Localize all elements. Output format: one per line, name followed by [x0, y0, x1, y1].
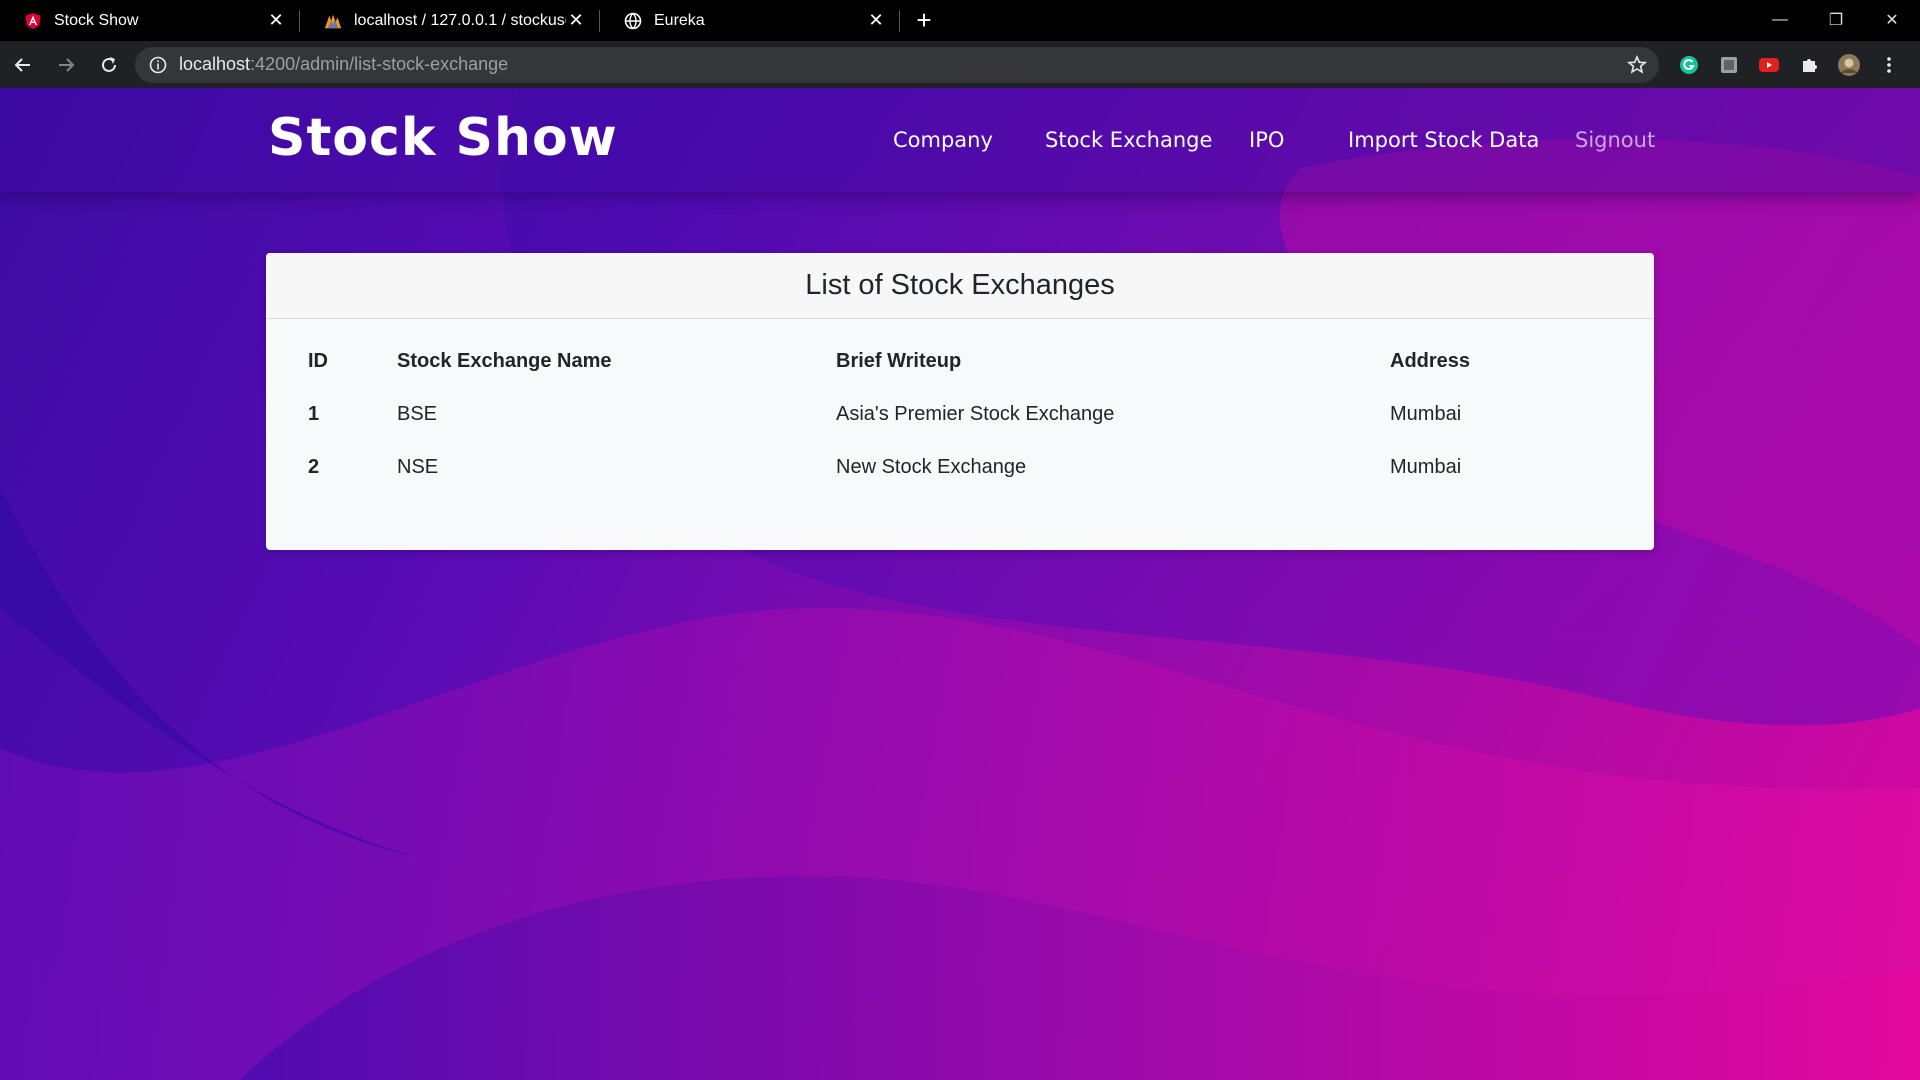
url-host: localhost	[179, 54, 251, 74]
cell-name: NSE	[397, 456, 439, 478]
nav-signout[interactable]: Signout	[1575, 128, 1655, 152]
close-icon[interactable]: ✕	[566, 10, 586, 31]
back-button[interactable]	[3, 45, 43, 85]
nav-stock-exchange[interactable]: Stock Exchange	[1045, 128, 1212, 152]
info-icon[interactable]	[149, 56, 167, 74]
browser-tab-eureka[interactable]: Eureka ✕	[600, 0, 900, 41]
cell-id: 2	[308, 456, 320, 478]
globe-icon	[624, 12, 642, 30]
restore-icon[interactable]: ❐	[1808, 0, 1864, 40]
browser-tab-phpmyadmin[interactable]: localhost / 127.0.0.1 / stockuser / ✕	[300, 0, 600, 41]
reload-button[interactable]	[89, 45, 129, 85]
extension-square-icon[interactable]	[1709, 45, 1749, 85]
window-controls: — ❐ ✕	[1752, 0, 1920, 40]
profile-avatar[interactable]	[1829, 45, 1869, 85]
forward-button[interactable]	[46, 45, 86, 85]
tab-title: Stock Show	[54, 11, 139, 29]
chrome-menu-icon[interactable]	[1869, 45, 1909, 85]
stock-exchange-card: List of Stock Exchanges ID Stock Exchang…	[266, 253, 1654, 550]
angular-icon	[24, 12, 42, 30]
cell-name: BSE	[397, 403, 438, 425]
back-arrow-icon	[14, 57, 30, 72]
stock-exchange-table: ID Stock Exchange Name Brief Writeup Add…	[308, 335, 1610, 494]
browser-tab-stock-show[interactable]: Stock Show ✕	[0, 0, 300, 41]
card-title: List of Stock Exchanges	[266, 253, 1654, 319]
nav-company[interactable]: Company	[893, 128, 993, 152]
extensions-puzzle-icon[interactable]	[1789, 45, 1829, 85]
column-header-id: ID	[308, 350, 328, 372]
page-content: Stock Show Company Stock Exchange IPO Im…	[0, 88, 1920, 1080]
address-bar[interactable]: localhost:4200/admin/list-stock-exchange	[135, 46, 1659, 83]
cell-writeup: New Stock Exchange	[836, 456, 1027, 478]
cell-id: 1	[308, 403, 320, 425]
url-text: localhost:4200/admin/list-stock-exchange	[179, 54, 1627, 75]
close-window-icon[interactable]: ✕	[1864, 0, 1920, 40]
bookmark-star-icon[interactable]	[1627, 54, 1647, 75]
site-header: Stock Show Company Stock Exchange IPO Im…	[0, 88, 1920, 192]
table-row: 1 BSE Asia's Premier Stock Exchange Mumb…	[308, 388, 1610, 441]
wave-background	[0, 88, 1920, 1080]
url-path: :4200/admin/list-stock-exchange	[250, 54, 509, 74]
column-header-name: Stock Exchange Name	[397, 350, 612, 372]
nav-import-stock-data[interactable]: Import Stock Data	[1348, 128, 1539, 152]
browser-tabstrip: Stock Show ✕ localhost / 127.0.0.1 / sto…	[0, 0, 1920, 41]
cell-address: Mumbai	[1390, 456, 1462, 478]
table-row: 2 NSE New Stock Exchange Mumbai	[308, 441, 1610, 494]
phpmyadmin-icon	[324, 12, 342, 30]
close-icon[interactable]: ✕	[266, 10, 286, 31]
column-header-writeup: Brief Writeup	[836, 350, 962, 372]
table-header-row: ID Stock Exchange Name Brief Writeup Add…	[308, 335, 1610, 388]
cell-address: Mumbai	[1390, 403, 1462, 425]
brand-logo[interactable]: Stock Show	[268, 108, 618, 168]
column-header-address: Address	[1390, 350, 1471, 372]
grammarly-extension-icon[interactable]	[1669, 45, 1709, 85]
youtube-extension-icon[interactable]	[1749, 45, 1789, 85]
close-icon[interactable]: ✕	[866, 10, 886, 31]
tab-title: localhost / 127.0.0.1 / stockuser /	[354, 11, 566, 29]
tab-title: Eureka	[654, 11, 705, 29]
nav-ipo[interactable]: IPO	[1249, 128, 1284, 152]
cell-writeup: Asia's Premier Stock Exchange	[836, 403, 1115, 425]
minimize-icon[interactable]: —	[1752, 0, 1808, 40]
forward-arrow-icon	[59, 57, 75, 72]
browser-toolbar: localhost:4200/admin/list-stock-exchange	[0, 41, 1920, 88]
reload-icon	[102, 56, 116, 72]
new-tab-button[interactable]: +	[900, 0, 948, 41]
